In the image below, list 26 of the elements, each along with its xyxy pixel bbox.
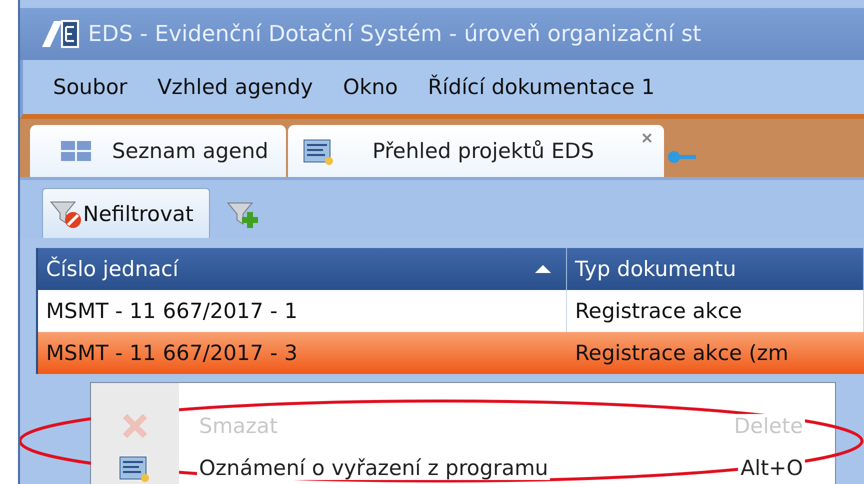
close-icon[interactable] <box>642 133 652 143</box>
no-filter-button[interactable]: Nefiltrovat <box>42 188 210 238</box>
table-cell-text: MSMT - 11 667/2017 - 3 <box>45 340 299 367</box>
column-header[interactable]: Číslo jednací <box>38 248 567 290</box>
column-header[interactable]: Typ dokumentu <box>567 248 864 290</box>
funnel-no-icon <box>49 198 83 228</box>
pin-icon <box>666 149 696 165</box>
cross-icon <box>120 411 150 441</box>
funnel-plus-icon <box>226 200 260 230</box>
app-logo-icon <box>40 19 80 49</box>
table-row[interactable]: MSMT - 11 667/2017 - 3 Registrace akce (zm <box>38 332 864 374</box>
menu-item[interactable]: Soubor <box>53 75 128 99</box>
tab[interactable]: Přehled projektů EDS <box>288 125 664 177</box>
grid-icon <box>60 139 92 163</box>
tab[interactable]: Seznam agend <box>30 125 286 177</box>
menu-item[interactable]: Okno <box>342 75 398 99</box>
menu-item[interactable]: Vzhled agendy <box>157 75 313 99</box>
table-cell-text: Registrace akce (zm <box>574 340 790 367</box>
tab-label: Seznam agend <box>112 139 268 163</box>
menu-item-label: Oznámení o vyřazení z programu <box>197 456 550 480</box>
menu-item[interactable]: Oznámení o vyřazení z programu Alt+O <box>91 447 835 484</box>
menu-item[interactable]: Řídící dokumentace 1 <box>428 75 655 99</box>
window-title: EDS - Evidenční Dotační Systém - úroveň organizační st <box>88 22 702 46</box>
tab-label: Přehled projektů EDS <box>372 139 594 163</box>
column-label: Číslo jednací <box>46 257 178 281</box>
column-label: Typ dokumentu <box>575 257 736 281</box>
